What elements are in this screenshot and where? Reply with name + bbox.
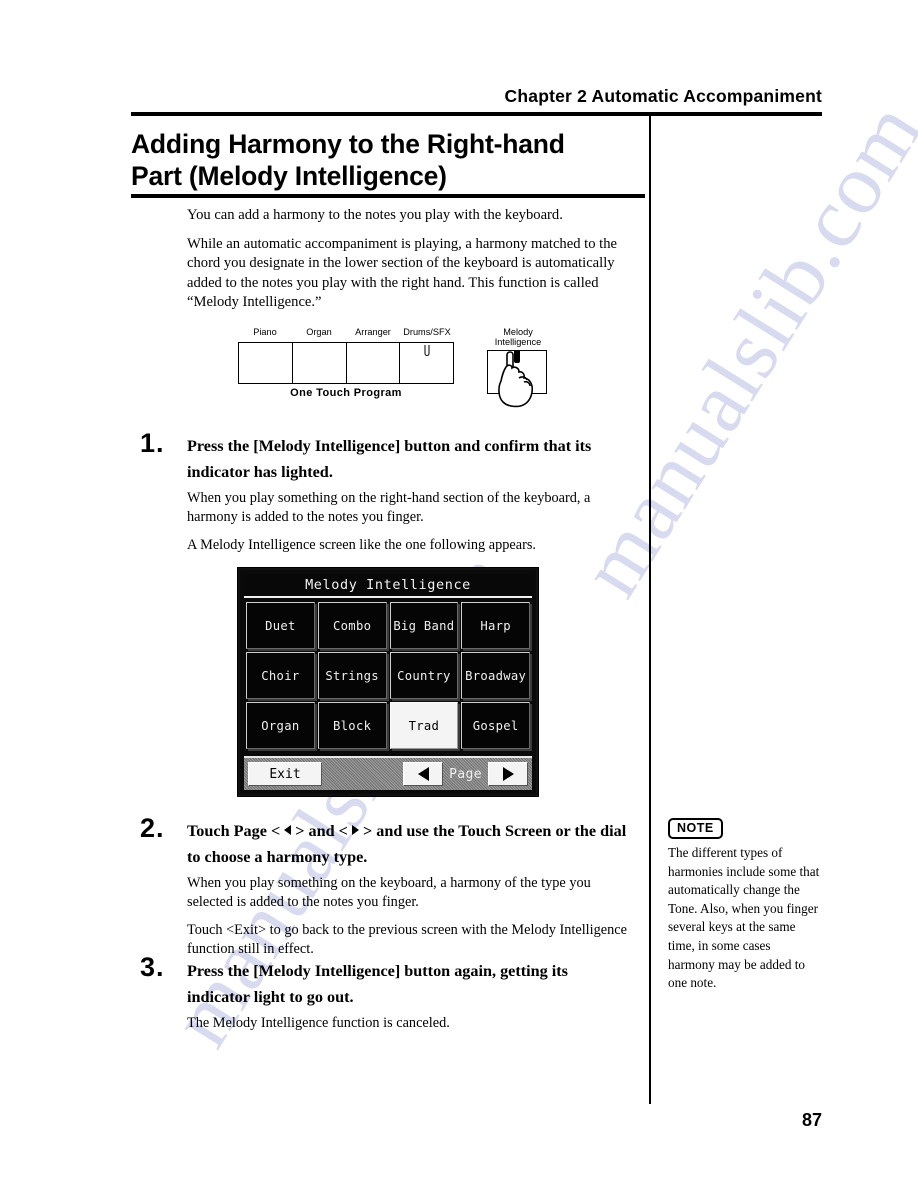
step-1-paragraph-1: When you play something on the right-han…: [187, 490, 591, 525]
chapter-header: Chapter 2 Automatic Accompaniment: [504, 86, 822, 106]
harmony-button-duet[interactable]: Duet: [246, 602, 315, 649]
step-number-1: 1.: [140, 428, 165, 458]
step-3-heading: Press the [Melody Intelligence] button a…: [187, 962, 568, 1006]
step-2-paragraph-2: Touch <Exit> to go back to the previous …: [187, 922, 627, 957]
lcd-bottom-bar: Exit Page: [244, 756, 532, 790]
otp-key-label-drums-sfx: Drums/SFX: [403, 327, 451, 337]
otp-key-label-organ: Organ: [306, 327, 332, 337]
lcd-screen-title: Melody Intelligence: [244, 574, 532, 598]
harmony-button-gospel[interactable]: Gospel: [461, 702, 530, 749]
triangle-right-icon: [502, 767, 514, 781]
harmony-button-choir[interactable]: Choir: [246, 652, 315, 699]
harmony-button-broadway[interactable]: Broadway: [461, 652, 530, 699]
lcd-touch-screen: Melody Intelligence Duet Combo Big Band …: [238, 568, 538, 796]
one-touch-program-labels: Piano Organ Arranger Drums/SFX: [238, 327, 454, 337]
intro-paragraph-1: You can add a harmony to the notes you p…: [187, 207, 563, 223]
harmony-button-combo[interactable]: Combo: [317, 602, 387, 649]
page-title: Adding Harmony to the Right-hand Part (M…: [131, 128, 631, 192]
page-title-line-1: Adding Harmony to the Right-hand: [131, 129, 565, 159]
step-2-heading: Touch Page < > and < > and use the Touch…: [187, 818, 630, 870]
page-next-button[interactable]: [488, 762, 528, 786]
page-navigation-group: Page: [403, 762, 528, 786]
step-2-heading-pre: Touch Page <: [187, 822, 285, 840]
note-text: The different types of harmonies include…: [668, 845, 820, 991]
step-3-content: Press the [Melody Intelligence] button a…: [187, 958, 630, 1042]
note-badge: NOTE: [668, 818, 723, 839]
page-label: Page: [449, 766, 482, 782]
page-number: 87: [801, 1110, 822, 1130]
step-1-content: Press the [Melody Intelligence] button a…: [187, 433, 630, 564]
harmony-button-block[interactable]: Block: [317, 702, 387, 749]
panel-diagram-illustration: Piano Organ Arranger Drums/SFX One Touch…: [238, 327, 548, 419]
harmony-button-trad[interactable]: Trad: [389, 702, 459, 749]
harmony-button-organ[interactable]: Organ: [246, 702, 315, 749]
triangle-left-icon: [417, 767, 429, 781]
led-indicator-icon: [424, 345, 430, 356]
harmony-button-strings[interactable]: Strings: [317, 652, 387, 699]
exit-button[interactable]: Exit: [248, 762, 322, 786]
harmony-button-big-band[interactable]: Big Band: [389, 602, 459, 649]
otp-key-label-arranger: Arranger: [355, 327, 391, 337]
otp-button-organ: [293, 343, 347, 383]
otp-button-piano: [239, 343, 293, 383]
step-2-content: Touch Page < > and < > and use the Touch…: [187, 818, 630, 968]
header-rule: [131, 112, 822, 116]
page-title-line-2: Part (Melody Intelligence): [131, 161, 447, 191]
triangle-right-icon: [351, 825, 359, 835]
one-touch-program-caption: One Touch Program: [290, 387, 402, 399]
otp-key-label-piano: Piano: [253, 327, 277, 337]
harmony-button-country[interactable]: Country: [389, 652, 459, 699]
mi-label-line-1: Melody: [503, 327, 533, 337]
intro-paragraph-2: While an automatic accompaniment is play…: [187, 235, 617, 311]
otp-button-drums-sfx: [400, 343, 453, 383]
step-1-paragraph-2: A Melody Intelligence screen like the on…: [187, 537, 536, 553]
document-page: Chapter 2 Automatic Accompaniment Adding…: [0, 0, 918, 1188]
column-divider: [649, 114, 651, 1104]
intro-section: You can add a harmony to the notes you p…: [187, 206, 630, 322]
otp-button-arranger: [347, 343, 401, 383]
step-2-paragraph-1: When you play something on the keyboard,…: [187, 875, 591, 910]
harmony-type-grid: Duet Combo Big Band Harp Choir Strings C…: [244, 602, 532, 749]
page-previous-button[interactable]: [403, 762, 444, 786]
pointing-hand-icon: [498, 351, 534, 408]
step-number-2: 2.: [140, 813, 165, 843]
step-number-3: 3.: [140, 952, 165, 982]
title-rule: [131, 194, 645, 198]
note-callout: NOTE The different types of harmonies in…: [668, 818, 820, 993]
one-touch-program-button-row: [238, 342, 454, 384]
melody-intelligence-button-group: Melody Intelligence: [487, 327, 549, 408]
harmony-button-harp[interactable]: Harp: [461, 602, 530, 649]
step-3-paragraph-1: The Melody Intelligence function is canc…: [187, 1015, 450, 1031]
step-2-heading-mid: > and <: [291, 822, 352, 840]
step-1-heading: Press the [Melody Intelligence] button a…: [187, 437, 592, 481]
